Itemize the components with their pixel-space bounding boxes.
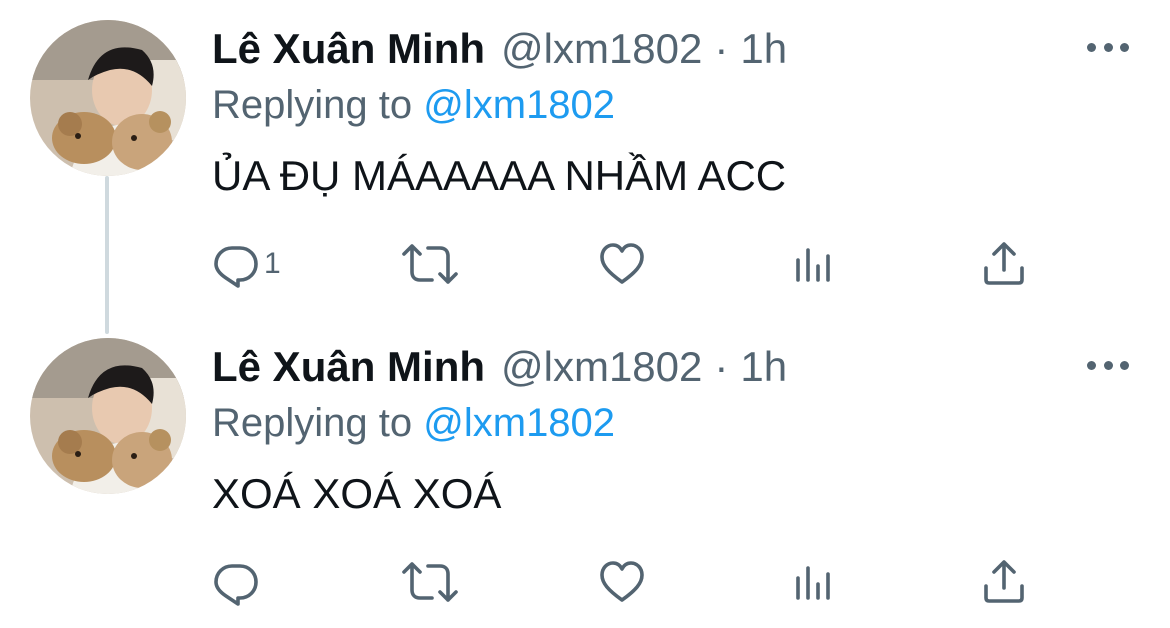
like-icon: [600, 243, 644, 284]
tweet-text: XOÁ XOÁ XOÁ: [212, 470, 502, 517]
replying-prefix: Replying to: [212, 401, 413, 445]
replying-mention[interactable]: @lxm1802: [423, 83, 615, 127]
author-name[interactable]: Lê Xuân Minh: [212, 342, 485, 392]
replying-to-line: Replying to @lxm1802: [212, 398, 615, 448]
share-button[interactable]: [980, 238, 1028, 290]
retweet-button[interactable]: [402, 556, 458, 608]
separator-dot: ·: [714, 25, 729, 72]
tweet[interactable]: Lê Xuân Minh @lxm1802 · 1h Replying to @…: [0, 318, 1170, 628]
like-button[interactable]: [598, 238, 646, 290]
analytics-button[interactable]: [790, 556, 838, 608]
author-handle[interactable]: @lxm1802: [501, 342, 702, 392]
more-icon[interactable]: [1087, 358, 1129, 372]
action-bar: [212, 556, 1112, 608]
analytics-icon: [796, 566, 830, 600]
reply-icon: [214, 564, 258, 606]
replying-to-line: Replying to @lxm1802: [212, 80, 615, 130]
separator-dot: ·: [714, 343, 729, 390]
replying-mention[interactable]: @lxm1802: [423, 401, 615, 445]
author-name[interactable]: Lê Xuân Minh: [212, 24, 485, 74]
timestamp[interactable]: 1h: [740, 24, 787, 74]
retweet-icon: [402, 562, 458, 602]
tweet-header: Lê Xuân Minh @lxm1802 · 1h: [212, 342, 787, 392]
author-handle[interactable]: @lxm1802: [501, 24, 702, 74]
retweet-icon: [402, 244, 458, 284]
share-button[interactable]: [980, 556, 1028, 608]
reply-button[interactable]: [212, 556, 264, 608]
tweet[interactable]: Lê Xuân Minh @lxm1802 · 1h Replying to @…: [0, 0, 1170, 310]
avatar[interactable]: [30, 20, 186, 176]
tweet-header: Lê Xuân Minh @lxm1802 · 1h: [212, 24, 787, 74]
share-icon: [984, 242, 1024, 285]
like-button[interactable]: [598, 556, 646, 608]
action-bar: 1: [212, 238, 1112, 290]
share-icon: [984, 560, 1024, 603]
reply-count: 1: [264, 247, 281, 280]
replying-prefix: Replying to: [212, 83, 413, 127]
like-icon: [600, 561, 644, 602]
retweet-button[interactable]: [402, 238, 458, 290]
analytics-button[interactable]: [790, 238, 838, 290]
timestamp[interactable]: 1h: [740, 342, 787, 392]
reply-icon: [214, 246, 258, 288]
more-icon[interactable]: [1087, 40, 1129, 54]
analytics-icon: [796, 248, 830, 282]
reply-button[interactable]: 1: [212, 238, 281, 290]
avatar[interactable]: [30, 338, 186, 494]
tweet-text: ỦA ĐỤ MÁAAAAA NHẦM ACC: [212, 152, 787, 199]
